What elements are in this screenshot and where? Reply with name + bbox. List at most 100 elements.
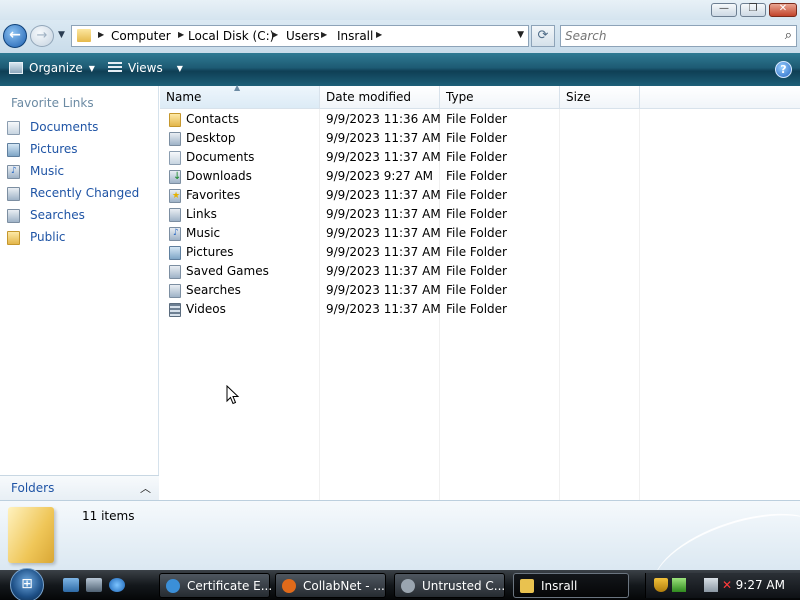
views-button[interactable]: Views ▼ (108, 61, 183, 79)
pictures-folder-icon (169, 246, 181, 260)
navigation-pane: Favorite Links Documents Pictures Music … (0, 86, 159, 500)
maximize-button[interactable]: ❐ (740, 3, 766, 17)
windows-logo-icon: ⊞ (21, 576, 33, 592)
nav-item-searches[interactable]: Searches (6, 206, 156, 226)
chevron-down-icon: ▼ (88, 64, 95, 73)
table-row[interactable]: Music 9/9/2023 11:37 AM File Folder (160, 224, 800, 243)
address-bar[interactable]: ▶ Computer ▶ Local Disk (C:) ▶ Users ▶ I… (71, 25, 529, 47)
taskbar-button-insrall[interactable]: Insrall (513, 573, 629, 598)
untrusted-icon (401, 579, 415, 593)
public-icon (7, 231, 20, 245)
minimize-button[interactable]: — (711, 3, 737, 17)
music-folder-icon (169, 227, 181, 241)
table-row[interactable]: Contacts 9/9/2023 11:36 AM File Folder (160, 110, 800, 129)
back-button[interactable]: ← (3, 24, 27, 48)
table-row[interactable]: Favorites 9/9/2023 11:37 AM File Folder (160, 186, 800, 205)
nav-item-public[interactable]: Public (6, 228, 156, 248)
organize-button[interactable]: Organize ▼ (9, 61, 95, 79)
taskbar-button-untrusted[interactable]: Untrusted C... (394, 573, 505, 598)
breadcrumb-computer[interactable]: Computer (111, 29, 171, 43)
table-row[interactable]: Saved Games 9/9/2023 11:37 AM File Folde… (160, 262, 800, 281)
links-folder-icon (169, 208, 181, 222)
chevron-down-icon[interactable]: ▼ (177, 64, 183, 73)
pictures-icon (7, 143, 20, 157)
breadcrumb-separator-icon[interactable]: ▶ (272, 30, 278, 39)
forward-button[interactable]: → (30, 25, 54, 47)
title-bar: — ❐ ✕ (0, 0, 800, 20)
firefox-icon (282, 579, 296, 593)
breadcrumb-separator-icon[interactable]: ▶ (178, 30, 184, 39)
documents-folder-icon (169, 151, 181, 165)
breadcrumb-separator-icon[interactable]: ▶ (321, 30, 327, 39)
system-tray: ✕ 9:27 AM (645, 573, 800, 598)
decorative-swoosh (642, 501, 800, 570)
column-header-size[interactable]: Size (560, 86, 640, 109)
taskbar-button-certificate[interactable]: Certificate E... (159, 573, 272, 598)
table-row[interactable]: Videos 9/9/2023 11:37 AM File Folder (160, 300, 800, 319)
taskbar: ⊞ Certificate E... CollabNet - ... Untru… (0, 568, 800, 600)
searches-folder-icon (169, 284, 181, 298)
refresh-icon: ⟳ (537, 28, 549, 43)
views-icon (108, 62, 122, 74)
updates-icon[interactable] (672, 578, 686, 592)
search-input[interactable] (565, 28, 765, 44)
breadcrumb-local-disk[interactable]: Local Disk (C:) (188, 29, 274, 43)
command-toolbar: Organize ▼ Views ▼ ? (0, 53, 800, 86)
videos-folder-icon (169, 303, 181, 317)
searches-icon (7, 209, 20, 223)
favorite-links-header: Favorite Links (11, 96, 94, 110)
column-header-type[interactable]: Type (440, 86, 560, 109)
switch-windows-icon[interactable] (86, 578, 102, 592)
chevron-up-icon: ︿ (140, 482, 151, 495)
forward-arrow-icon: → (36, 28, 48, 43)
item-count: 11 items (82, 509, 135, 523)
file-list: ▲ Name Date modified Type Size Contacts … (160, 83, 800, 500)
nav-item-recently-changed[interactable]: Recently Changed (6, 184, 156, 204)
saved-games-folder-icon (169, 265, 181, 279)
breadcrumb-users[interactable]: Users (286, 29, 320, 43)
nav-item-documents[interactable]: Documents (6, 118, 156, 138)
music-icon (7, 165, 20, 179)
search-box[interactable]: ⌕ (560, 25, 797, 47)
close-button[interactable]: ✕ (769, 3, 797, 17)
recently-changed-icon (7, 187, 20, 201)
breadcrumb-separator-icon[interactable]: ▶ (376, 30, 382, 39)
table-row[interactable]: Links 9/9/2023 11:37 AM File Folder (160, 205, 800, 224)
table-row[interactable]: Downloads 9/9/2023 9:27 AM File Folder (160, 167, 800, 186)
mouse-cursor-icon (226, 385, 240, 405)
table-row[interactable]: Desktop 9/9/2023 11:37 AM File Folder (160, 129, 800, 148)
recent-pages-button[interactable]: ▼ (58, 30, 65, 40)
internet-explorer-icon[interactable] (109, 578, 125, 592)
nav-item-pictures[interactable]: Pictures (6, 140, 156, 160)
clock[interactable]: 9:27 AM (736, 578, 785, 592)
refresh-button[interactable]: ⟳ (531, 25, 555, 47)
show-desktop-icon[interactable] (63, 578, 79, 592)
large-folder-icon (8, 507, 54, 563)
column-header-date-modified[interactable]: Date modified (320, 86, 440, 109)
nav-item-music[interactable]: Music (6, 162, 156, 182)
address-row: ← → ▼ ▶ Computer ▶ Local Disk (C:) ▶ Use… (0, 20, 800, 53)
folders-toggle[interactable]: Folders ︿ (0, 475, 159, 500)
security-shield-icon[interactable] (654, 578, 668, 592)
column-header-name[interactable]: ▲ Name (160, 83, 320, 109)
table-row[interactable]: Searches 9/9/2023 11:37 AM File Folder (160, 281, 800, 300)
address-dropdown-button[interactable]: ▼ (517, 30, 524, 40)
column-header-filler (640, 86, 800, 109)
breadcrumb-current-folder[interactable]: Insrall (337, 29, 373, 43)
desktop-folder-icon (169, 132, 181, 146)
favorites-folder-icon (169, 189, 181, 203)
folder-icon (520, 579, 534, 593)
network-icon[interactable] (704, 578, 718, 592)
taskbar-button-collabnet[interactable]: CollabNet - ... (275, 573, 386, 598)
table-row[interactable]: Pictures 9/9/2023 11:37 AM File Folder (160, 243, 800, 262)
breadcrumb-separator-icon[interactable]: ▶ (98, 30, 104, 39)
back-arrow-icon: ← (9, 27, 21, 43)
sort-ascending-icon: ▲ (234, 83, 241, 92)
search-icon[interactable]: ⌕ (785, 28, 792, 43)
folder-icon (77, 29, 91, 42)
table-row[interactable]: Documents 9/9/2023 11:37 AM File Folder (160, 148, 800, 167)
start-button[interactable]: ⊞ (10, 568, 44, 600)
contacts-folder-icon (169, 113, 181, 127)
volume-muted-icon[interactable]: ✕ (720, 578, 734, 592)
help-button[interactable]: ? (775, 61, 792, 78)
